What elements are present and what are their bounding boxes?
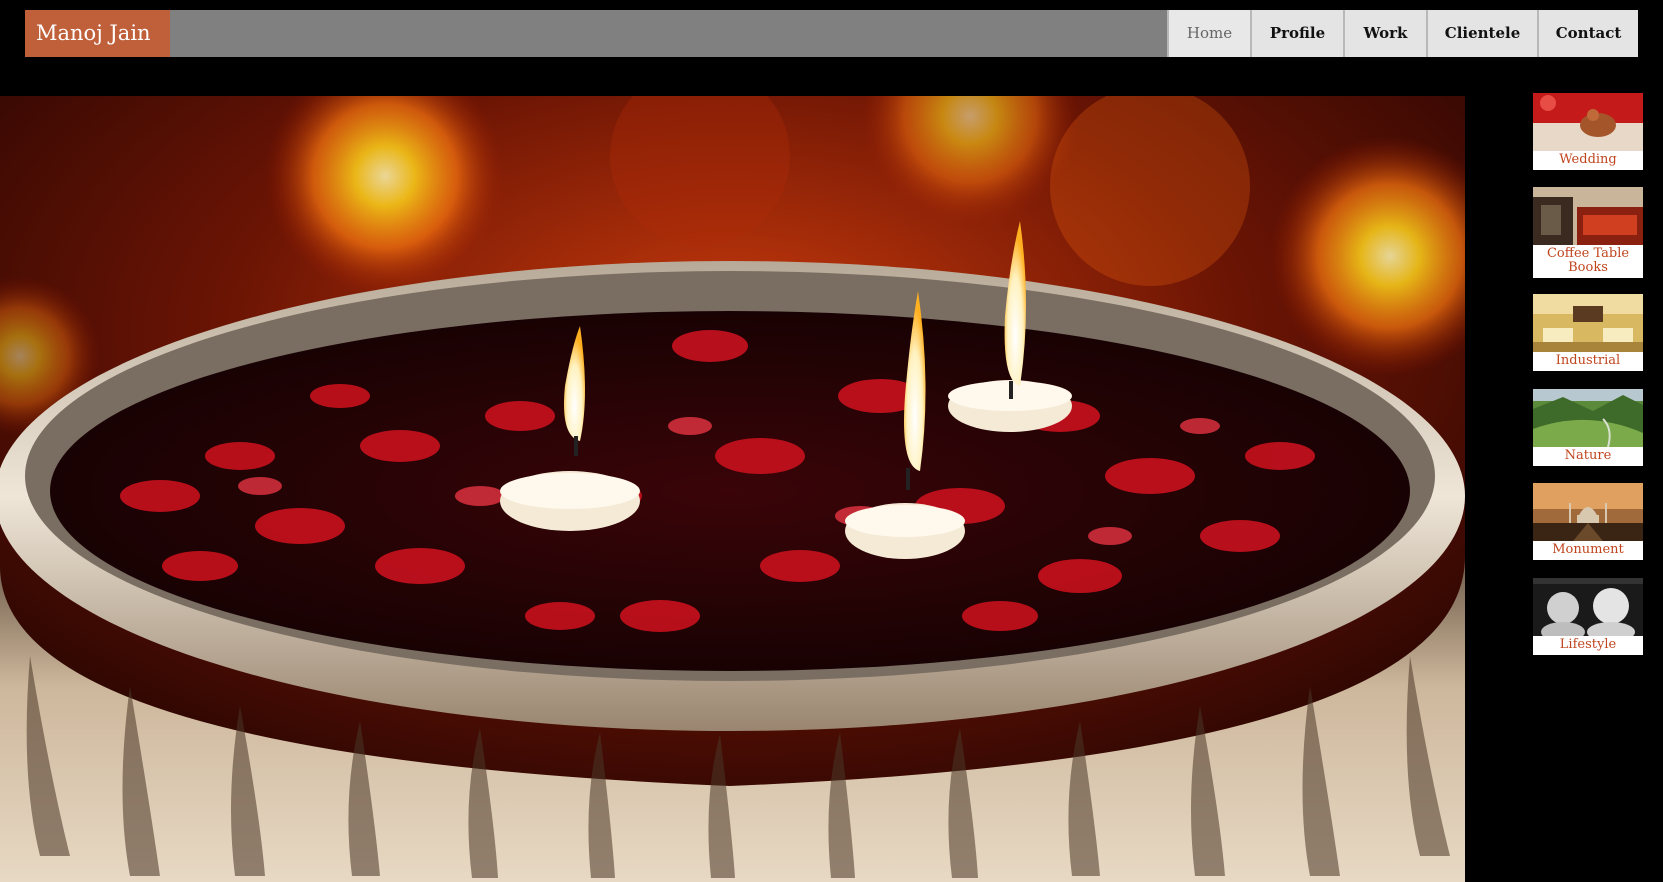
hero-image xyxy=(0,96,1465,882)
hero-candles-illustration xyxy=(0,96,1465,882)
site-logo[interactable]: Manoj Jain xyxy=(25,10,170,57)
nature-thumbnail xyxy=(1533,389,1643,447)
category-lifestyle[interactable]: Lifestyle xyxy=(1533,578,1643,655)
nav-profile[interactable]: Profile xyxy=(1250,10,1343,57)
category-coffee-table-books[interactable]: Coffee Table Books xyxy=(1533,187,1643,278)
monument-thumbnail xyxy=(1533,483,1643,541)
category-label: Nature xyxy=(1564,448,1612,463)
category-industrial[interactable]: Industrial xyxy=(1533,294,1643,371)
category-label: Industrial xyxy=(1555,353,1621,368)
top-header: Manoj Jain Home Profile Work Clientele C… xyxy=(25,10,1638,57)
category-label: Lifestyle xyxy=(1559,637,1617,652)
category-nature[interactable]: Nature xyxy=(1533,389,1643,466)
main-nav: Home Profile Work Clientele Contact xyxy=(1167,10,1638,57)
category-label: Wedding xyxy=(1559,152,1617,167)
nav-clientele[interactable]: Clientele xyxy=(1426,10,1537,57)
category-wedding[interactable]: Wedding xyxy=(1533,93,1643,170)
wedding-thumbnail xyxy=(1533,93,1643,151)
nav-contact[interactable]: Contact xyxy=(1537,10,1638,57)
coffee-table-books-thumbnail xyxy=(1533,187,1643,245)
industrial-thumbnail xyxy=(1533,294,1643,352)
lifestyle-thumbnail xyxy=(1533,578,1643,636)
category-label: Coffee Table Books xyxy=(1546,246,1630,275)
category-label: Monument xyxy=(1552,542,1624,557)
nav-home[interactable]: Home xyxy=(1167,10,1250,57)
category-monument[interactable]: Monument xyxy=(1533,483,1643,560)
nav-work[interactable]: Work xyxy=(1343,10,1426,57)
